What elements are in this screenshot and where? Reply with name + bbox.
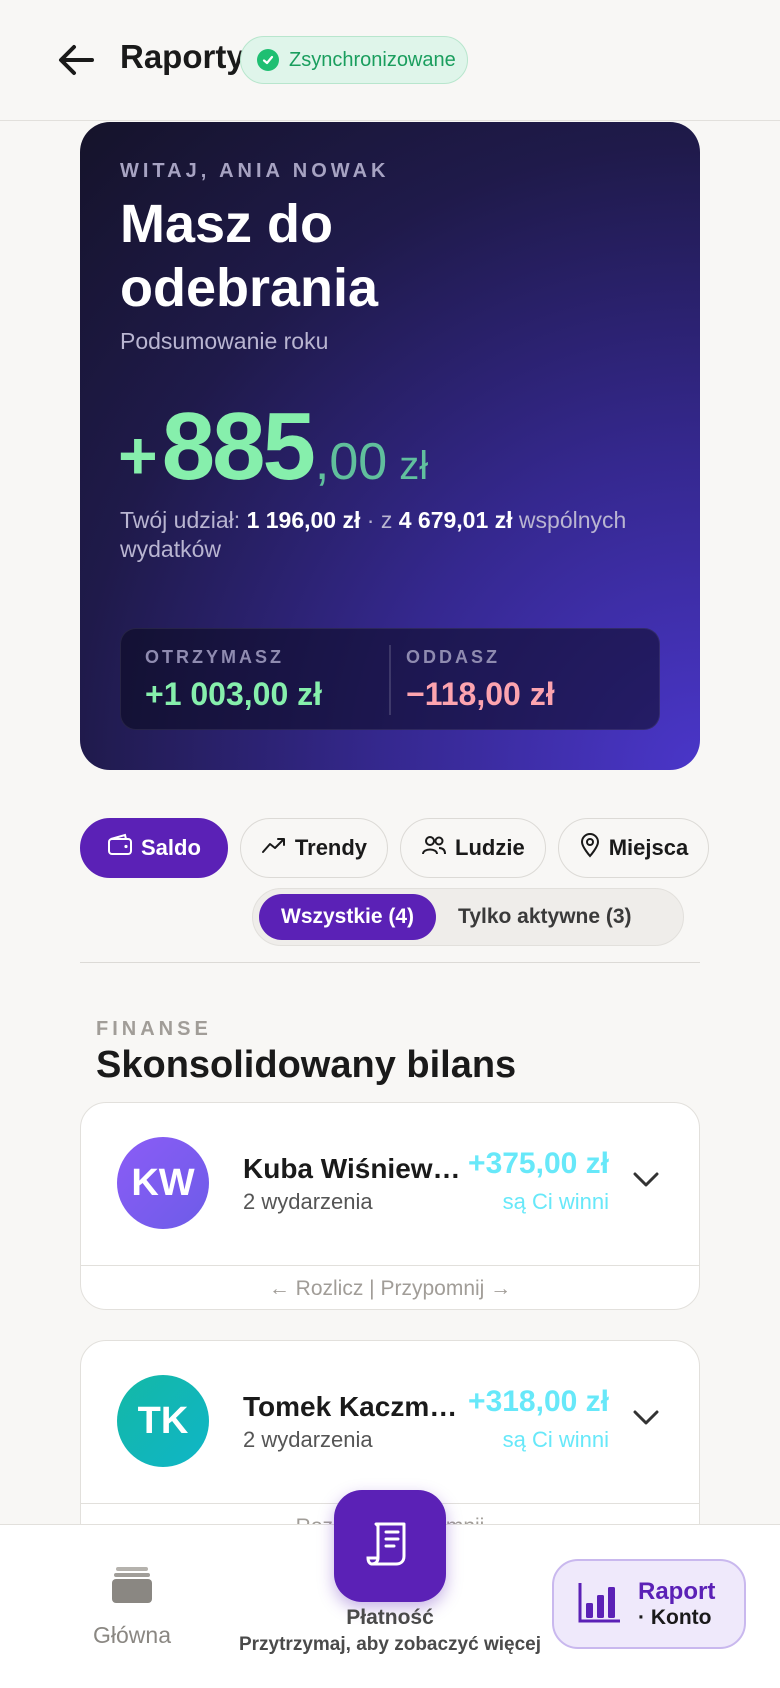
tab-label: Saldo: [141, 835, 201, 860]
report-tabs: Saldo Trendy Ludzie Miejsca: [80, 818, 710, 878]
section-kicker: FINANSE: [96, 1018, 212, 1040]
net-balance-amount: + 885 ,00 zł: [118, 392, 428, 502]
tab-saldo[interactable]: Saldo: [80, 818, 228, 878]
event-count: 2 wydarzenia: [243, 1427, 373, 1452]
amount-integer: 885: [161, 393, 316, 500]
amount-decimals: ,00: [314, 433, 388, 491]
balance-status: są Ci winni: [502, 1427, 609, 1452]
headline: Masz do odebrania: [120, 194, 379, 318]
bar-chart-icon: [578, 1581, 622, 1628]
summary-subtitle: Podsumowanie roku: [120, 328, 329, 354]
balance-summary-card: WITAJ, ANIA NOWAK Masz do odebrania Pods…: [80, 122, 700, 770]
tab-label: Miejsca: [608, 835, 689, 860]
greeting: WITAJ, ANIA NOWAK: [120, 160, 390, 182]
person-name: Tomek Kaczmarek: [243, 1391, 465, 1422]
balance-amount: +375,00 zł: [468, 1147, 609, 1180]
share-prefix: Twój udział:: [120, 507, 241, 533]
balance-amount: +318,00 zł: [468, 1385, 609, 1418]
share-mid: · z: [366, 507, 393, 533]
person-name: Kuba Wiśniewski: [243, 1153, 465, 1184]
section-title: Skonsolidowany bilans: [96, 1044, 517, 1086]
pin-icon: [579, 832, 601, 864]
chevron-down-icon[interactable]: [631, 1407, 661, 1432]
receive-value: +1 003,00 zł: [145, 676, 323, 712]
fab-label: Płatność: [346, 1606, 434, 1629]
tab-ludzie[interactable]: Ludzie: [400, 818, 546, 878]
nav-home[interactable]: Główna: [80, 1565, 184, 1649]
nav-report-title: Raport: [638, 1578, 716, 1605]
avatar: KW: [117, 1137, 209, 1229]
swipe-actions-hint[interactable]: ← Rozlicz | Przypomnij →: [81, 1265, 699, 1309]
person-card[interactable]: KW Kuba Wiśniewski 2 wydarzenia +375,00 …: [80, 1102, 700, 1310]
filter-toggle: Wszystkie (4) Tylko aktywne (3): [252, 888, 684, 946]
panel-divider: [389, 645, 391, 715]
chevron-down-icon[interactable]: [631, 1169, 661, 1194]
sync-status-text: Zsynchronizowane: [289, 48, 456, 71]
avatar: TK: [117, 1375, 209, 1467]
share-value: 1 196,00 zł: [246, 507, 361, 533]
balance-status: są Ci winni: [502, 1189, 609, 1214]
amount-sign: +: [118, 418, 158, 494]
wallet-icon: [107, 833, 133, 863]
sync-status-badge: Zsynchronizowane: [240, 36, 468, 84]
filter-active-only[interactable]: Tylko aktywne (3): [436, 894, 654, 940]
nav-home-label: Główna: [93, 1622, 171, 1648]
app-header: Raporty Zsynchronizowane: [0, 0, 780, 121]
people-icon: [421, 834, 447, 862]
payment-fab[interactable]: [334, 1490, 446, 1602]
page-title: Raporty: [120, 38, 245, 75]
nav-report[interactable]: Raport · Konto: [552, 1559, 746, 1649]
tab-miejsca[interactable]: Miejsca: [557, 818, 710, 878]
share-total: 4 679,01 zł: [398, 507, 513, 533]
stack-icon: [110, 1567, 154, 1609]
check-icon: [257, 49, 279, 71]
fab-hint: Przytrzymaj, aby zobaczyć więcej: [238, 1634, 542, 1655]
give-label: ODDASZ: [406, 647, 500, 667]
give-value: −118,00 zł: [406, 676, 555, 712]
trend-icon: [261, 835, 287, 861]
divider: [80, 962, 700, 963]
tab-trendy[interactable]: Trendy: [239, 818, 389, 878]
filter-all[interactable]: Wszystkie (4): [259, 894, 437, 940]
nav-report-sub: · Konto: [638, 1606, 712, 1629]
back-arrow-icon[interactable]: [56, 40, 96, 80]
tab-label: Trendy: [294, 835, 368, 860]
event-count: 2 wydarzenia: [243, 1189, 373, 1214]
receive-label: OTRZYMASZ: [145, 647, 284, 667]
amount-currency: zł: [399, 444, 429, 488]
tab-label: Ludzie: [455, 835, 525, 860]
receive-give-panel: OTRZYMASZ +1 003,00 zł ODDASZ −118,00 zł: [120, 628, 660, 730]
receipt-icon: [362, 1516, 418, 1577]
share-summary: Twój udział: 1 196,00 zł · z 4 679,01 zł…: [120, 506, 680, 564]
